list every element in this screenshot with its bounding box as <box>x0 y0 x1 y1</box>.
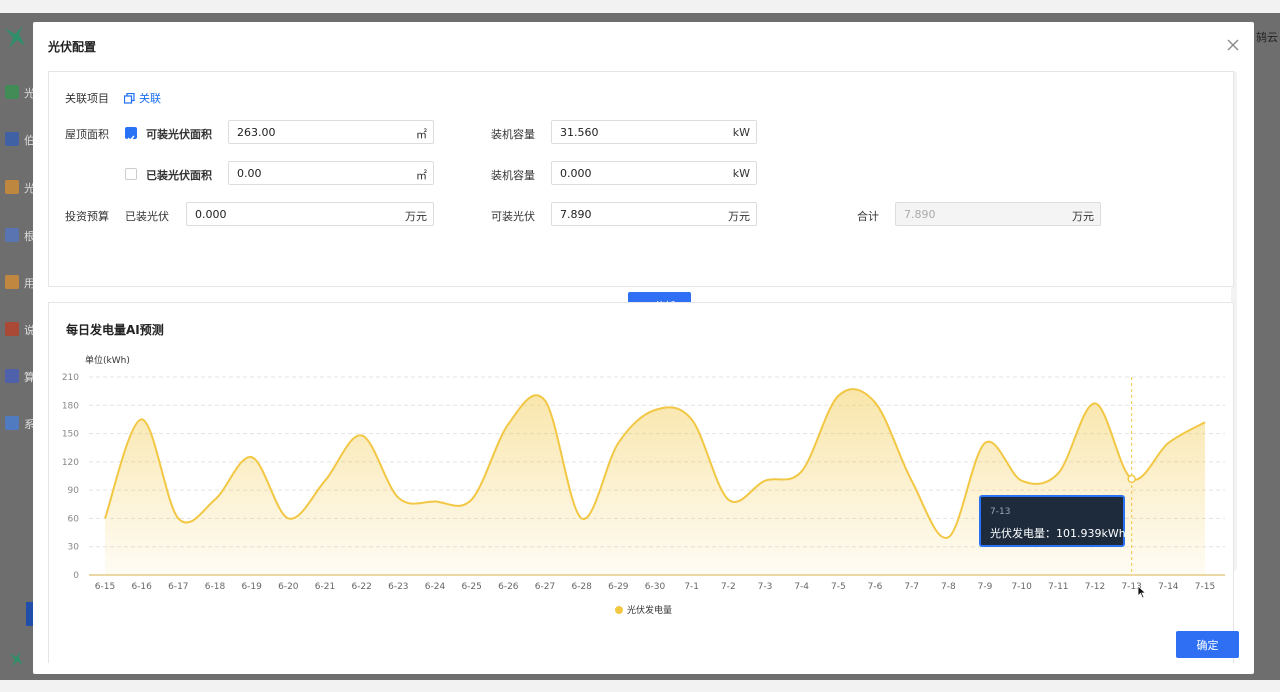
tooltip-text: 光伏发电量：101.939kWh <box>990 527 1126 540</box>
x-tick-label: 6-22 <box>351 582 371 592</box>
y-tick-label: 90 <box>68 486 80 496</box>
x-tick-label: 7-11 <box>1048 582 1068 592</box>
y-tick-label: 60 <box>68 514 80 524</box>
x-tick-label: 6-18 <box>205 582 226 592</box>
x-tick-label: 6-27 <box>535 582 555 592</box>
x-tick-label: 7-2 <box>721 582 736 592</box>
x-tick-label: 6-19 <box>241 582 262 592</box>
x-tick-label: 6-29 <box>608 582 629 592</box>
x-tick-label: 6-28 <box>571 582 592 592</box>
grid-icon[interactable] <box>5 369 19 383</box>
y-axis-label: 单位(kWh) <box>85 354 130 366</box>
confirm-button[interactable]: 确定 <box>1176 631 1239 658</box>
pv-config-modal: 光伏配置 关联项目 关联 屋顶面积 可装光伏面积 263.00 ㎡ 装机容量 3… <box>33 22 1254 674</box>
y-tick-label: 210 <box>62 373 79 383</box>
x-tick-label: 7-10 <box>1011 582 1032 592</box>
chart-icon[interactable] <box>5 228 19 242</box>
x-tick-label: 6-16 <box>131 582 152 592</box>
y-tick-label: 180 <box>62 401 79 411</box>
daily-generation-chart: 单位(kWh) 0 30 60 90 120 150 180 210 6-15 6-16 6-17 6-… <box>62 354 1225 616</box>
background-top-bar <box>0 0 1280 13</box>
x-tick-label: 7-6 <box>868 582 883 592</box>
mouse-cursor-icon <box>1137 585 1147 599</box>
y-tick-label: 120 <box>62 458 79 468</box>
app-logo-small-icon <box>9 651 23 667</box>
home-icon[interactable] <box>5 85 19 99</box>
tooltip-date: 7-13 <box>990 507 1011 517</box>
background-user-text: 鸫云 <box>1256 31 1278 44</box>
x-tick-label: 7-15 <box>1195 582 1215 592</box>
x-tick-label: 7-9 <box>978 582 993 592</box>
x-tick-label: 7-14 <box>1158 582 1179 592</box>
x-tick-label: 6-17 <box>168 582 188 592</box>
x-tick-label: 7-7 <box>904 582 919 592</box>
x-tick-label: 6-24 <box>425 582 446 592</box>
legend-marker <box>615 606 623 614</box>
x-tick-label: 7-12 <box>1085 582 1105 592</box>
x-tick-label: 7-1 <box>684 582 699 592</box>
x-tick-label: 7-8 <box>941 582 956 592</box>
app-logo-icon <box>5 26 25 48</box>
x-tick-label: 6-15 <box>95 582 115 592</box>
books-icon[interactable] <box>5 322 19 336</box>
x-tick-label: 6-25 <box>461 582 481 592</box>
house-icon[interactable] <box>5 275 19 289</box>
hover-point <box>1127 474 1136 484</box>
x-tick-label: 6-26 <box>498 582 519 592</box>
x-tick-label: 7-5 <box>831 582 846 592</box>
background-bottom-bar <box>0 680 1280 692</box>
y-tick-label: 30 <box>68 543 80 553</box>
legend-label: 光伏发电量 <box>627 604 672 616</box>
x-tick-label: 6-30 <box>645 582 666 592</box>
x-tick-label: 6-20 <box>278 582 299 592</box>
solar-icon[interactable] <box>5 180 19 194</box>
y-tick-label: 150 <box>62 430 79 440</box>
x-tick-label: 7-4 <box>794 582 809 592</box>
settings-list-icon[interactable] <box>5 416 19 430</box>
x-tick-label: 6-23 <box>388 582 408 592</box>
y-tick-label: 0 <box>73 571 79 581</box>
x-tick-label: 6-21 <box>315 582 335 592</box>
briefcase-icon[interactable] <box>5 132 19 146</box>
x-tick-label: 7-3 <box>758 582 773 592</box>
series-area <box>105 389 1205 575</box>
chart-tooltip: 7-13 光伏发电量：101.939kWh <box>979 495 1126 547</box>
